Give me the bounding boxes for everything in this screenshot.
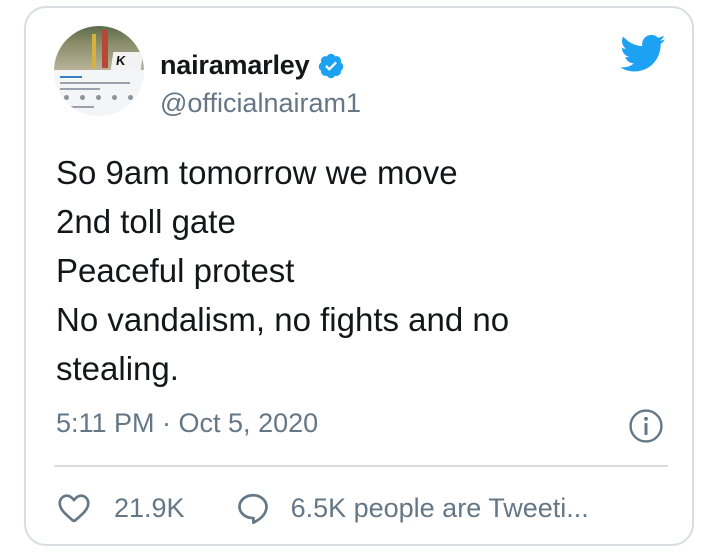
tweet-card: K nairamarley @officialnairam1 So 9am to… <box>24 6 694 546</box>
tweet-text-line: No vandalism, no fights and no <box>56 301 510 338</box>
verified-badge-icon <box>319 53 344 78</box>
like-button[interactable]: 21.9K <box>56 490 185 526</box>
twitter-bird-icon[interactable] <box>620 34 666 74</box>
speech-bubble-icon <box>237 493 268 525</box>
likes-count: 21.9K <box>114 492 185 523</box>
author-row: nairamarley <box>160 50 345 81</box>
info-icon[interactable] <box>628 408 664 444</box>
tweet-text: So 9am tomorrow we move 2nd toll gate Pe… <box>56 148 676 393</box>
tweet-text-line: stealing. <box>56 350 179 387</box>
action-bar: 21.9K 6.5K people are Tweeti... <box>56 490 589 526</box>
divider <box>54 465 668 467</box>
heart-icon <box>58 494 90 523</box>
user-handle[interactable]: @officialnairam1 <box>160 88 361 119</box>
avatar[interactable]: K <box>54 26 144 116</box>
tweet-text-line: So 9am tomorrow we move <box>56 154 458 191</box>
tweet-text-line: 2nd toll gate <box>56 203 236 240</box>
display-name[interactable]: nairamarley <box>160 50 310 81</box>
reply-text: 6.5K people are Tweeti... <box>290 492 589 523</box>
reply-button[interactable]: 6.5K people are Tweeti... <box>235 490 589 526</box>
timestamp[interactable]: 5:11 PM · Oct 5, 2020 <box>56 408 318 439</box>
tweet-text-line: Peaceful protest <box>56 252 295 289</box>
